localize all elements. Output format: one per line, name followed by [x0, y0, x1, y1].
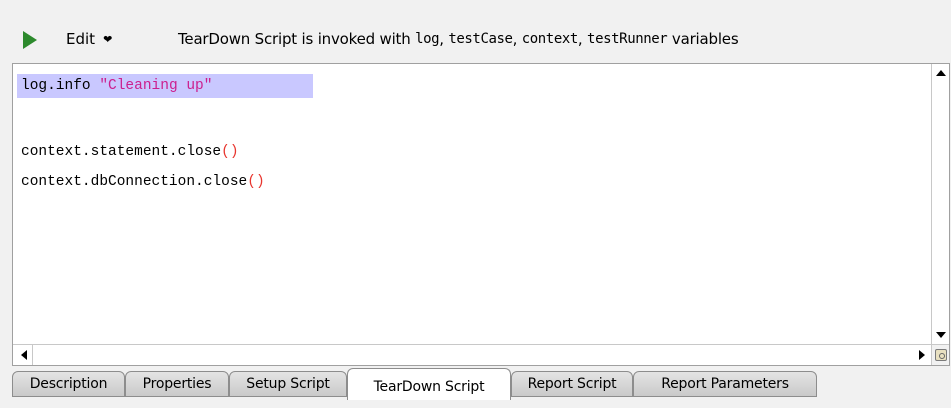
scroll-right-button[interactable]	[913, 345, 931, 365]
editor-options-icon	[934, 349, 947, 361]
info-var: context	[521, 31, 579, 47]
info-suffix: variables	[667, 30, 739, 48]
code-area[interactable]: log.info "Cleaning up" context.statement…	[13, 64, 931, 344]
code-token: context.dbConnection.close	[21, 174, 248, 190]
edit-menu[interactable]: Edit ❤	[66, 29, 112, 49]
info-var: testCase	[448, 31, 513, 47]
tab-label: TearDown Script	[373, 378, 485, 395]
tab-description[interactable]: Description	[12, 371, 125, 397]
script-editor[interactable]: log.info "Cleaning up" context.statement…	[12, 63, 950, 366]
tab-report-parameters[interactable]: Report Parameters	[633, 371, 817, 397]
code-token: log.info	[21, 78, 100, 94]
script-info-text: TearDown Script is invoked with log, tes…	[178, 29, 739, 49]
arrow-down-icon	[935, 332, 946, 338]
code-line-3[interactable]: context.statement.close()	[21, 141, 239, 163]
scroll-up-button[interactable]	[932, 64, 949, 82]
arrow-left-icon	[20, 350, 27, 360]
code-paren: ()	[221, 144, 239, 160]
info-sep: ,	[439, 30, 449, 48]
tab-report-script[interactable]: Report Script	[511, 371, 633, 397]
arrow-right-icon	[919, 350, 925, 360]
tab-bar: Description Properties Setup Script Tear…	[12, 368, 950, 408]
info-sep: ,	[577, 30, 588, 48]
info-sep: ,	[512, 30, 522, 48]
info-prefix: TearDown Script is invoked with	[178, 30, 416, 48]
scroll-corner[interactable]	[931, 344, 949, 365]
teardown-script-panel: Edit ❤ TearDown Script is invoked with l…	[0, 0, 951, 408]
horizontal-scrollbar[interactable]	[13, 344, 931, 365]
tab-label: Description	[29, 376, 108, 392]
code-paren: ()	[247, 174, 265, 190]
code-line-1[interactable]: log.info "Cleaning up"	[21, 75, 212, 97]
tab-label: Setup Script	[246, 376, 330, 392]
tab-label: Report Script	[527, 376, 617, 392]
code-line-4[interactable]: context.dbConnection.close()	[21, 171, 265, 193]
arrow-up-icon	[935, 70, 946, 76]
tab-properties[interactable]: Properties	[125, 371, 229, 397]
tab-setup-script[interactable]: Setup Script	[229, 371, 347, 397]
scroll-left-button[interactable]	[15, 345, 33, 365]
run-script-button[interactable]	[22, 30, 38, 50]
chevron-down-icon: ❤	[103, 32, 113, 46]
vertical-scrollbar[interactable]	[931, 64, 949, 344]
tab-label: Properties	[142, 376, 212, 392]
play-icon	[23, 31, 37, 49]
scroll-down-button[interactable]	[932, 326, 949, 344]
edit-menu-label: Edit	[66, 30, 96, 48]
info-var: log	[415, 31, 440, 47]
script-toolbar: Edit ❤ TearDown Script is invoked with l…	[0, 18, 951, 60]
code-token: context.statement.close	[21, 144, 222, 160]
info-var: testRunner	[587, 31, 668, 47]
tab-label: Report Parameters	[661, 376, 789, 392]
code-string: "Cleaning up"	[99, 78, 213, 94]
tab-teardown-script[interactable]: TearDown Script	[347, 368, 511, 400]
